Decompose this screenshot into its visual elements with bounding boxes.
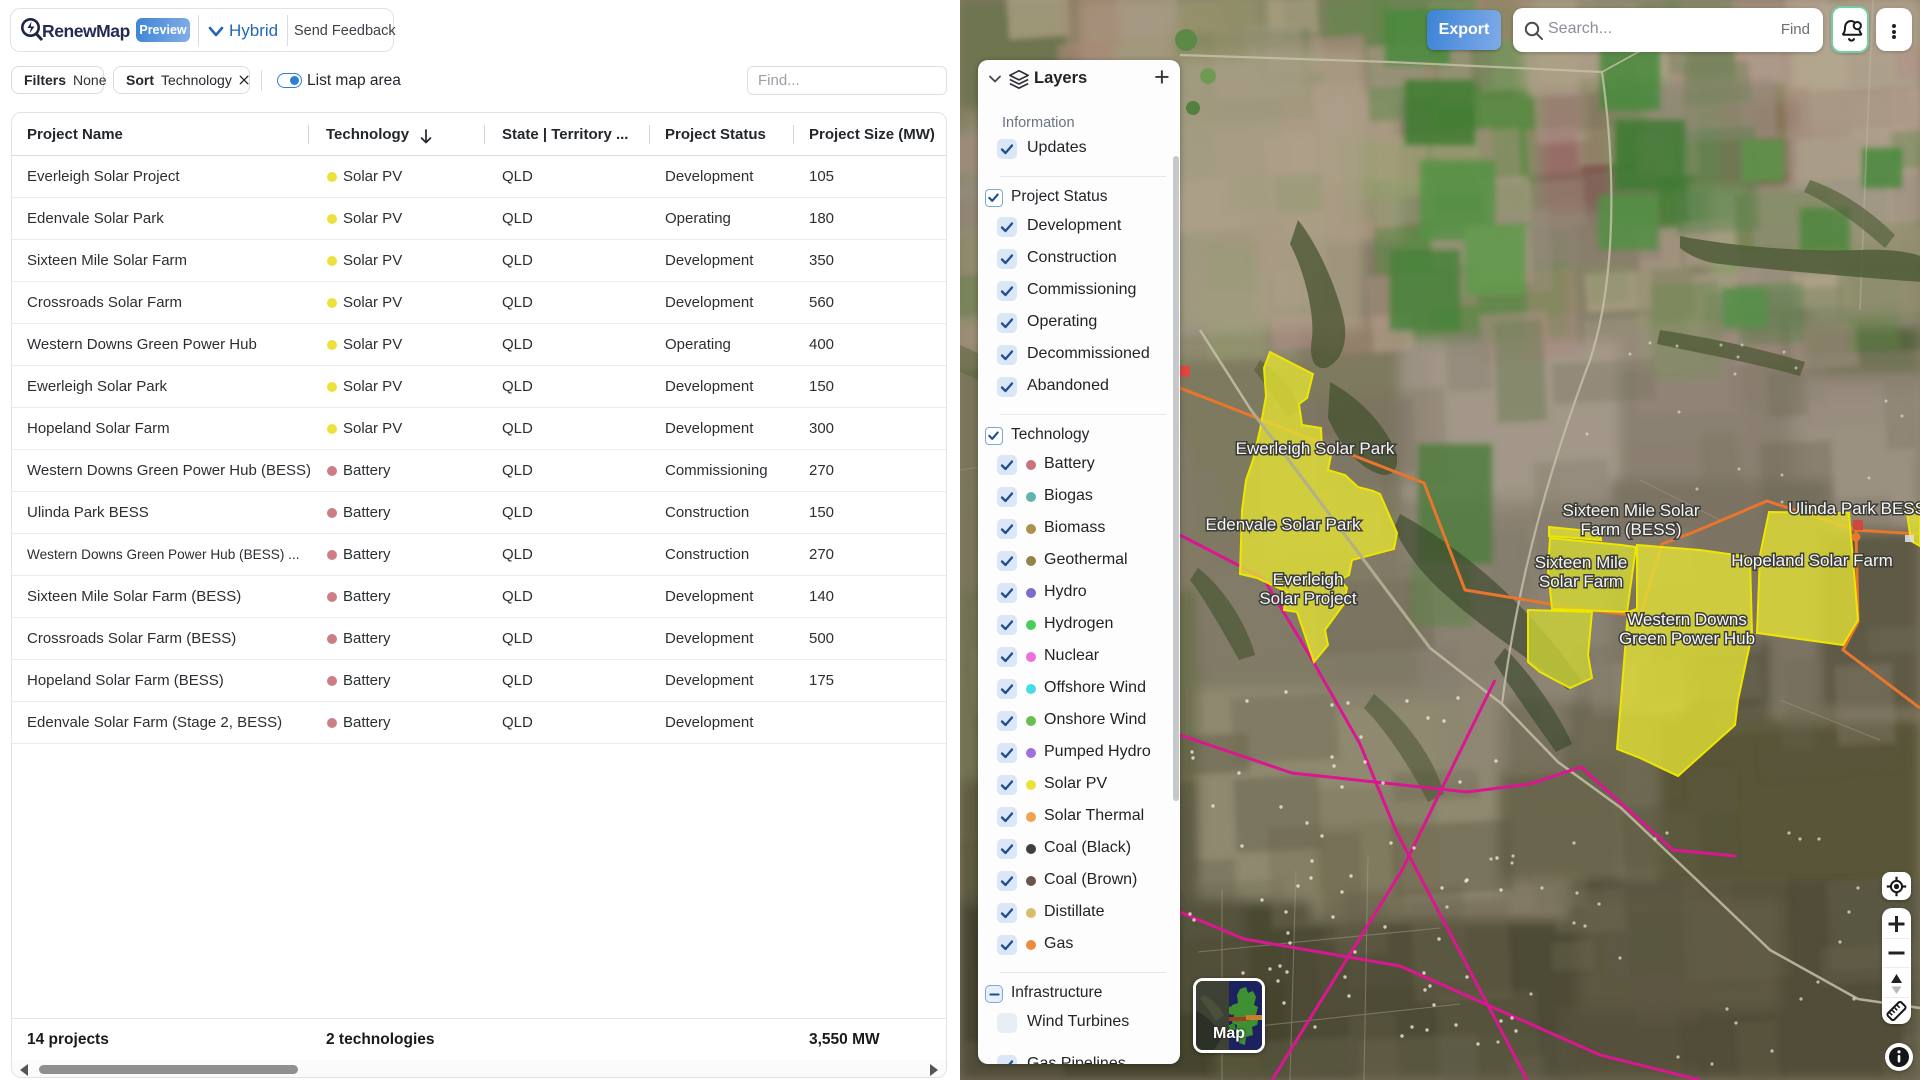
svg-text:Sixteen Mile Solar: Sixteen Mile Solar [1562,501,1699,520]
svg-text:Sixteen Mile: Sixteen Mile [1535,553,1628,572]
svg-text:Ewerleigh Solar Park: Ewerleigh Solar Park [1236,439,1395,458]
svg-text:Ulinda Park BESS: Ulinda Park BESS [1788,499,1920,518]
svg-text:Farm (BESS): Farm (BESS) [1580,520,1681,539]
svg-text:Hopeland Solar Farm: Hopeland Solar Farm [1731,551,1893,570]
svg-text:Edenvale Solar Park: Edenvale Solar Park [1206,515,1361,534]
svg-text:Western Downs: Western Downs [1627,610,1747,629]
svg-text:Solar Farm: Solar Farm [1539,572,1623,591]
svg-text:Solar Project: Solar Project [1259,589,1357,608]
svg-text:Everleigh: Everleigh [1273,570,1344,589]
svg-text:Green Power Hub: Green Power Hub [1619,629,1755,648]
